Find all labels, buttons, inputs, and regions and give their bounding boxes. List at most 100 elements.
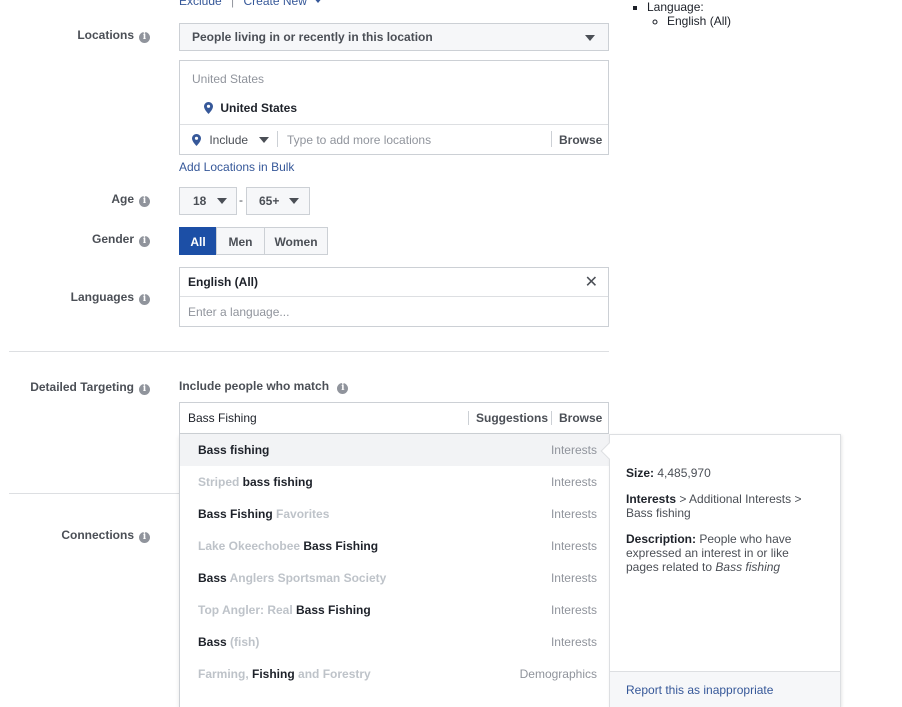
result-category: Interests [550, 507, 597, 521]
age-label: Age i [111, 192, 150, 207]
info-icon[interactable]: i [139, 196, 150, 207]
result-label-part: Anglers Sportsman Society [226, 571, 387, 585]
gender-label: Gender i [92, 232, 150, 247]
result-category: Interests [550, 635, 597, 649]
result-label: Striped bass fishing [198, 475, 313, 489]
result-row[interactable]: Bass Fishing Favorites Interests [180, 498, 609, 530]
gender-segmented-control: All Men Women [179, 227, 328, 255]
age-max-select[interactable]: 65+ [246, 187, 310, 215]
report-inappropriate-link[interactable]: Report this as inappropriate [626, 683, 773, 697]
languages-box: English (All) ✕ Enter a language... [179, 267, 609, 327]
result-category: Interests [550, 475, 597, 489]
include-people-text: Include people who match i [179, 379, 349, 394]
age-label-text: Age [111, 192, 134, 206]
targeting-browse-button[interactable]: Browse [559, 411, 602, 425]
section-divider [9, 351, 609, 352]
result-label: Bass Anglers Sportsman Society [198, 571, 386, 585]
language-search-input[interactable]: Enter a language... [188, 305, 289, 319]
result-label-part: Fishing [252, 667, 295, 681]
result-detail-panel: Size: 4,485,970 Interests > Additional I… [600, 434, 841, 707]
add-locations-bulk-link[interactable]: Add Locations in Bulk [179, 160, 294, 174]
result-label: Bass Fishing Favorites [198, 507, 329, 521]
languages-label-text: Languages [70, 290, 134, 304]
result-label: Bass fishing [198, 443, 269, 457]
locations-browse-button[interactable]: Browse [559, 133, 602, 147]
selected-location-label: United States [220, 101, 298, 115]
audience-summary: Language: English (All) [647, 0, 731, 28]
include-select[interactable]: Include [192, 133, 270, 147]
languages-label: Languages i [71, 290, 150, 305]
result-label-part: Farming, [198, 667, 253, 681]
age-dash: - [239, 193, 243, 207]
result-row[interactable]: Top Angler: Real Bass Fishing Interests [180, 594, 609, 626]
gender-men-button[interactable]: Men [216, 227, 265, 255]
detailed-targeting-label-text: Detailed Targeting [30, 380, 134, 394]
result-category: Interests [550, 539, 597, 553]
suggestions-button[interactable]: Suggestions [476, 411, 548, 425]
targeting-search-box: Bass Fishing Suggestions Browse [179, 402, 609, 434]
targeting-results-dropdown: Bass fishing Interests Striped bass fishin… [179, 434, 610, 707]
result-category: Interests [550, 603, 597, 617]
info-icon[interactable]: i [139, 384, 150, 395]
location-mode-value: People living in or recently in this loc… [192, 30, 433, 44]
section-divider [9, 493, 180, 494]
result-row[interactable]: Bass fishing Interests [180, 434, 609, 466]
targeting-search-input[interactable]: Bass Fishing [188, 411, 257, 425]
result-row[interactable]: Striped bass fishing Interests [180, 466, 609, 498]
result-row[interactable]: Bass (fish) Interests [180, 626, 609, 658]
location-search-input[interactable]: Type to add more locations [287, 133, 431, 147]
result-label-part: Lake Okeechobee [198, 539, 304, 553]
age-min-value: 18 [193, 194, 207, 208]
result-row[interactable]: Farming, Fishing and Forestry Demographic… [180, 658, 609, 690]
selected-location[interactable]: United States [204, 101, 297, 115]
chevron-down-icon [288, 198, 299, 204]
location-mode-select[interactable]: People living in or recently in this loc… [179, 23, 609, 51]
location-pin-icon [204, 102, 213, 114]
exclude-link[interactable]: Exclude [179, 0, 222, 8]
chevron-down-icon [216, 198, 227, 204]
result-label: Lake Okeechobee Bass Fishing [198, 539, 378, 553]
result-category: Interests [550, 571, 597, 585]
detailed-targeting-label: Detailed Targeting i [30, 380, 150, 395]
description-label: Description: [626, 532, 697, 546]
path-category: Interests [626, 492, 677, 506]
age-max-value: 65+ [259, 194, 280, 208]
result-row[interactable]: Lake Okeechobee Bass Fishing Interests [180, 530, 609, 562]
top-links: Exclude | Create New [179, 0, 324, 8]
size-label: Size: [626, 466, 655, 480]
chevron-down-icon [585, 35, 595, 41]
result-label-part: Bass Fishing [296, 603, 371, 617]
summary-language-value: English (All) [667, 14, 731, 28]
result-label-part: Bass Fishing [198, 507, 273, 521]
info-icon[interactable]: i [337, 383, 349, 394]
result-label-part: Bass [198, 571, 227, 585]
selected-language: English (All) [188, 275, 258, 289]
result-row[interactable]: Bass Anglers Sportsman Society Interests [180, 562, 609, 594]
info-icon[interactable]: i [139, 532, 150, 543]
remove-language-close-icon[interactable]: ✕ [585, 275, 598, 291]
create-new-chevron-icon[interactable] [313, 0, 324, 3]
gender-label-text: Gender [91, 232, 134, 246]
include-label: Include [209, 133, 249, 147]
chevron-down-icon [259, 137, 270, 143]
summary-language-label: Language: [647, 0, 704, 14]
create-new-link[interactable]: Create New [244, 0, 307, 8]
locations-label-text: Locations [77, 28, 134, 42]
gender-women-button[interactable]: Women [264, 227, 328, 255]
result-label-part: Favorites [272, 507, 330, 521]
include-separator [277, 131, 278, 147]
browse-separator [551, 411, 552, 425]
result-category: Interests [550, 443, 597, 457]
info-icon[interactable]: i [139, 32, 150, 43]
interest-description: Description: People who have expressed a… [626, 532, 816, 574]
summary-language-item: Language: English (All) [647, 0, 731, 28]
info-icon[interactable]: i [139, 294, 150, 305]
age-min-select[interactable]: 18 [179, 187, 237, 215]
info-icon[interactable]: i [139, 236, 150, 247]
location-group-header: United States [192, 72, 265, 86]
description-italic: Bass fishing [715, 560, 781, 574]
include-people-label: Include people who match [179, 379, 330, 393]
interest-path: Interests > Additional Interests > Bass … [626, 492, 826, 520]
gender-all-button[interactable]: All [179, 227, 217, 255]
summary-language-sublist: English (All) [667, 14, 731, 28]
